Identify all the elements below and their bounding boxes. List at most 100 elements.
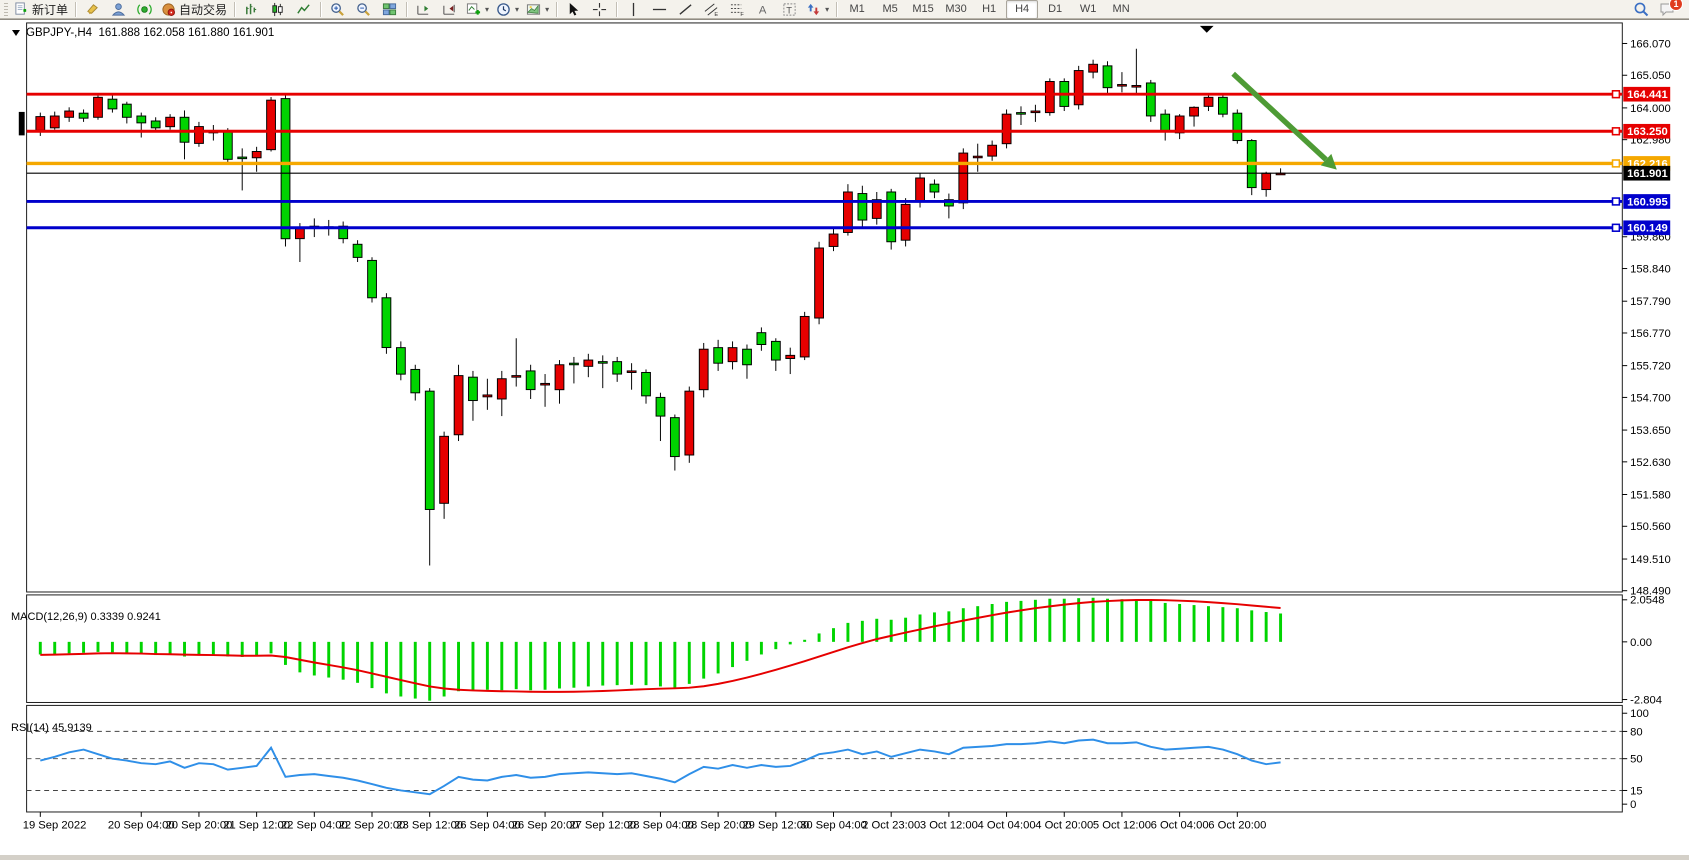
vertical-line-tool-button[interactable] bbox=[621, 0, 646, 19]
candle-body-down bbox=[757, 333, 766, 345]
crosshair-tool-button[interactable] bbox=[587, 0, 612, 19]
candle-body-up bbox=[1002, 114, 1011, 144]
candle-body-down bbox=[771, 341, 780, 360]
arrow-shapes-icon bbox=[806, 2, 821, 17]
toolbar-grip[interactable] bbox=[4, 3, 8, 16]
candle-body-down bbox=[382, 298, 391, 348]
macd-panel[interactable] bbox=[27, 595, 1623, 703]
zoom-in-button[interactable] bbox=[325, 0, 350, 19]
marker-tool-button[interactable] bbox=[80, 0, 105, 19]
candle-body-down bbox=[223, 131, 232, 159]
hline-handle[interactable] bbox=[1613, 128, 1620, 135]
candle-body-down bbox=[396, 348, 405, 374]
time-tick-label: 4 Oct 04:00 bbox=[978, 820, 1036, 832]
crosshair-icon bbox=[592, 2, 607, 17]
add-indicator-button[interactable]: ▾ bbox=[463, 0, 492, 19]
autotrading-icon bbox=[161, 2, 176, 17]
rsi-tick-label: 100 bbox=[1630, 708, 1649, 720]
candle-body-up bbox=[627, 371, 636, 373]
bar-chart-button[interactable] bbox=[239, 0, 264, 19]
horizontal-line-tool-button[interactable] bbox=[647, 0, 672, 19]
hline-handle[interactable] bbox=[1613, 91, 1620, 98]
candlestick-button[interactable] bbox=[265, 0, 290, 19]
price-tick-label: 156.770 bbox=[1630, 328, 1671, 340]
channel-tool-button[interactable]: E bbox=[699, 0, 724, 19]
candle-body-up bbox=[1190, 107, 1199, 116]
timeframe-d1-button[interactable]: D1 bbox=[1039, 0, 1071, 19]
toolbar-separator bbox=[836, 2, 837, 17]
profile-button[interactable] bbox=[106, 0, 131, 19]
arrows-tool-button[interactable]: ▾ bbox=[803, 0, 832, 19]
price-badge-label: 164.441 bbox=[1627, 89, 1668, 101]
timeframe-m30-button[interactable]: M30 bbox=[940, 0, 972, 19]
collapse-triangle-icon[interactable] bbox=[12, 30, 20, 36]
timeframe-m5-button[interactable]: M5 bbox=[874, 0, 906, 19]
price-tick-label: 155.720 bbox=[1630, 361, 1671, 373]
macd-current-values: 0.3339 0.9241 bbox=[90, 611, 160, 623]
tile-windows-button[interactable] bbox=[377, 0, 402, 19]
hline-handle[interactable] bbox=[1613, 160, 1620, 167]
candle-body-up bbox=[685, 391, 694, 455]
equidistant-channel-icon: E bbox=[704, 2, 719, 17]
price-tick-label: 154.700 bbox=[1630, 392, 1671, 404]
main-panel[interactable] bbox=[27, 23, 1623, 592]
candle-body-down bbox=[1017, 113, 1026, 115]
toolbar-separator bbox=[556, 2, 557, 17]
candle-body-up bbox=[1074, 71, 1083, 105]
auto-scroll-button[interactable] bbox=[437, 0, 462, 19]
time-tick-label: 30 Sep 04:00 bbox=[800, 820, 867, 832]
marker-icon bbox=[85, 2, 100, 17]
fibonacci-tool-button[interactable]: F bbox=[725, 0, 750, 19]
hline-handle[interactable] bbox=[1613, 198, 1620, 205]
timeframe-w1-button[interactable]: W1 bbox=[1072, 0, 1104, 19]
period-button[interactable]: ▾ bbox=[493, 0, 522, 19]
toolbar-separator bbox=[234, 2, 235, 17]
candle-body-down bbox=[570, 363, 579, 365]
notification-badge: 1 bbox=[1669, 0, 1683, 11]
candle-body-up bbox=[728, 348, 737, 362]
price-axis[interactable]: 166.070165.050164.000162.980159.860158.8… bbox=[1622, 38, 1670, 597]
new-order-button[interactable]: 新订单 bbox=[11, 0, 71, 19]
hline-handle[interactable] bbox=[1613, 224, 1620, 231]
template-button[interactable]: ▾ bbox=[523, 0, 552, 19]
timeframe-m15-button[interactable]: M15 bbox=[907, 0, 939, 19]
candle-body-up bbox=[195, 127, 204, 144]
cursor-tool-button[interactable] bbox=[561, 0, 586, 19]
candle-body-up bbox=[829, 234, 838, 246]
time-tick-label: 19 Sep 2022 bbox=[23, 820, 87, 832]
chart-title[interactable]: GBPJPY-,H4 161.888 162.058 161.880 161.9… bbox=[12, 27, 274, 39]
label-tool-button[interactable]: T bbox=[777, 0, 802, 19]
candle-body-up bbox=[815, 248, 824, 318]
search-button[interactable] bbox=[1628, 0, 1653, 19]
rsi-label: RSI(14) 45.9139 bbox=[11, 722, 92, 734]
timeframe-h1-button[interactable]: H1 bbox=[973, 0, 1005, 19]
price-tick-label: 151.580 bbox=[1630, 489, 1671, 501]
candle-body-up bbox=[555, 365, 564, 390]
toolbar: 新订单 自动交易 bbox=[0, 0, 1689, 19]
shift-chart-button[interactable] bbox=[411, 0, 436, 19]
candle-body-down bbox=[670, 418, 679, 457]
autotrading-button[interactable]: 自动交易 bbox=[158, 0, 230, 19]
trendline-icon bbox=[678, 2, 693, 17]
timeframe-group: M1M5M15M30H1H4D1W1MN bbox=[841, 0, 1137, 19]
candle-body-down bbox=[526, 371, 535, 390]
macd-tick-label: 0.00 bbox=[1630, 637, 1652, 649]
trendline-tool-button[interactable] bbox=[673, 0, 698, 19]
timeframe-m1-button[interactable]: M1 bbox=[841, 0, 873, 19]
timeframe-h4-button[interactable]: H4 bbox=[1006, 0, 1038, 19]
text-tool-button[interactable]: A bbox=[751, 0, 776, 19]
signal-button[interactable] bbox=[132, 0, 157, 19]
zoom-out-button[interactable] bbox=[351, 0, 376, 19]
signal-icon bbox=[137, 2, 152, 17]
line-chart-button[interactable] bbox=[291, 0, 316, 19]
notifications-button[interactable]: 1 bbox=[1654, 0, 1679, 19]
candle-body-up bbox=[916, 178, 925, 201]
candle-body-up bbox=[94, 97, 103, 117]
time-axis[interactable]: 19 Sep 202220 Sep 04:0020 Sep 20:0021 Se… bbox=[23, 812, 1267, 832]
candle-body-up bbox=[65, 111, 74, 117]
candle-body-down bbox=[108, 99, 117, 109]
candle-body-up bbox=[800, 316, 809, 356]
price-chart[interactable]: 166.070165.050164.000162.980159.860158.8… bbox=[0, 20, 1689, 855]
macd-tick-label: 2.0548 bbox=[1630, 595, 1664, 607]
timeframe-mn-button[interactable]: MN bbox=[1105, 0, 1137, 19]
